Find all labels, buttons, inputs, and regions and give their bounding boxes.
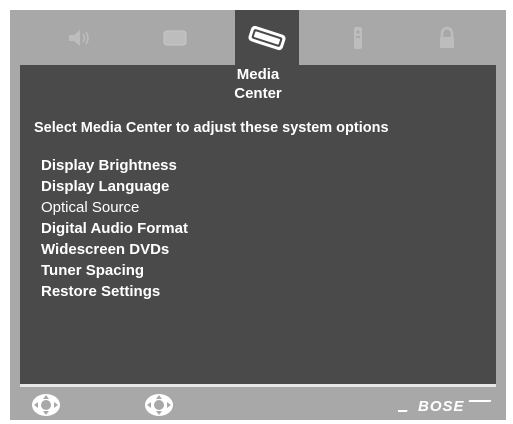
- media-center-icon: [248, 25, 286, 50]
- speaker-icon: [69, 29, 89, 46]
- title-line-2: Center: [234, 85, 282, 102]
- tab-audio[interactable]: [50, 10, 110, 65]
- tab-remote[interactable]: [328, 10, 388, 65]
- tab-lock[interactable]: [417, 10, 477, 65]
- remote-icon: [354, 26, 362, 49]
- tv-icon: [163, 30, 187, 45]
- bottom-bar: BOSE: [10, 384, 506, 420]
- directional-pad-icon[interactable]: [30, 392, 62, 418]
- option-widescreen-dvds[interactable]: Widescreen DVDs: [41, 239, 188, 260]
- page-title: Media Center: [20, 65, 496, 103]
- option-tuner-spacing[interactable]: Tuner Spacing: [41, 260, 188, 281]
- options-list: Display Brightness Display Language Opti…: [41, 155, 188, 302]
- option-restore-settings[interactable]: Restore Settings: [41, 281, 188, 302]
- instruction-text: Select Media Center to adjust these syst…: [34, 120, 389, 136]
- tab-media-center[interactable]: [235, 10, 299, 65]
- svg-text:BOSE: BOSE: [418, 398, 465, 414]
- menu-frame: Media Center Select Media Center to adju…: [10, 10, 506, 420]
- directional-pad-icon[interactable]: [143, 392, 175, 418]
- options-panel: Media Center Select Media Center to adju…: [20, 65, 496, 384]
- option-display-language[interactable]: Display Language: [41, 176, 188, 197]
- title-line-1: Media: [236, 66, 280, 83]
- option-optical-source[interactable]: Optical Source: [41, 197, 188, 218]
- tab-bar: [10, 10, 506, 65]
- option-display-brightness[interactable]: Display Brightness: [41, 155, 188, 176]
- bose-logo: BOSE: [398, 398, 492, 414]
- tab-tv[interactable]: [145, 10, 205, 65]
- divider: [20, 384, 496, 387]
- option-digital-audio-format[interactable]: Digital Audio Format: [41, 218, 188, 239]
- lock-icon: [440, 26, 454, 48]
